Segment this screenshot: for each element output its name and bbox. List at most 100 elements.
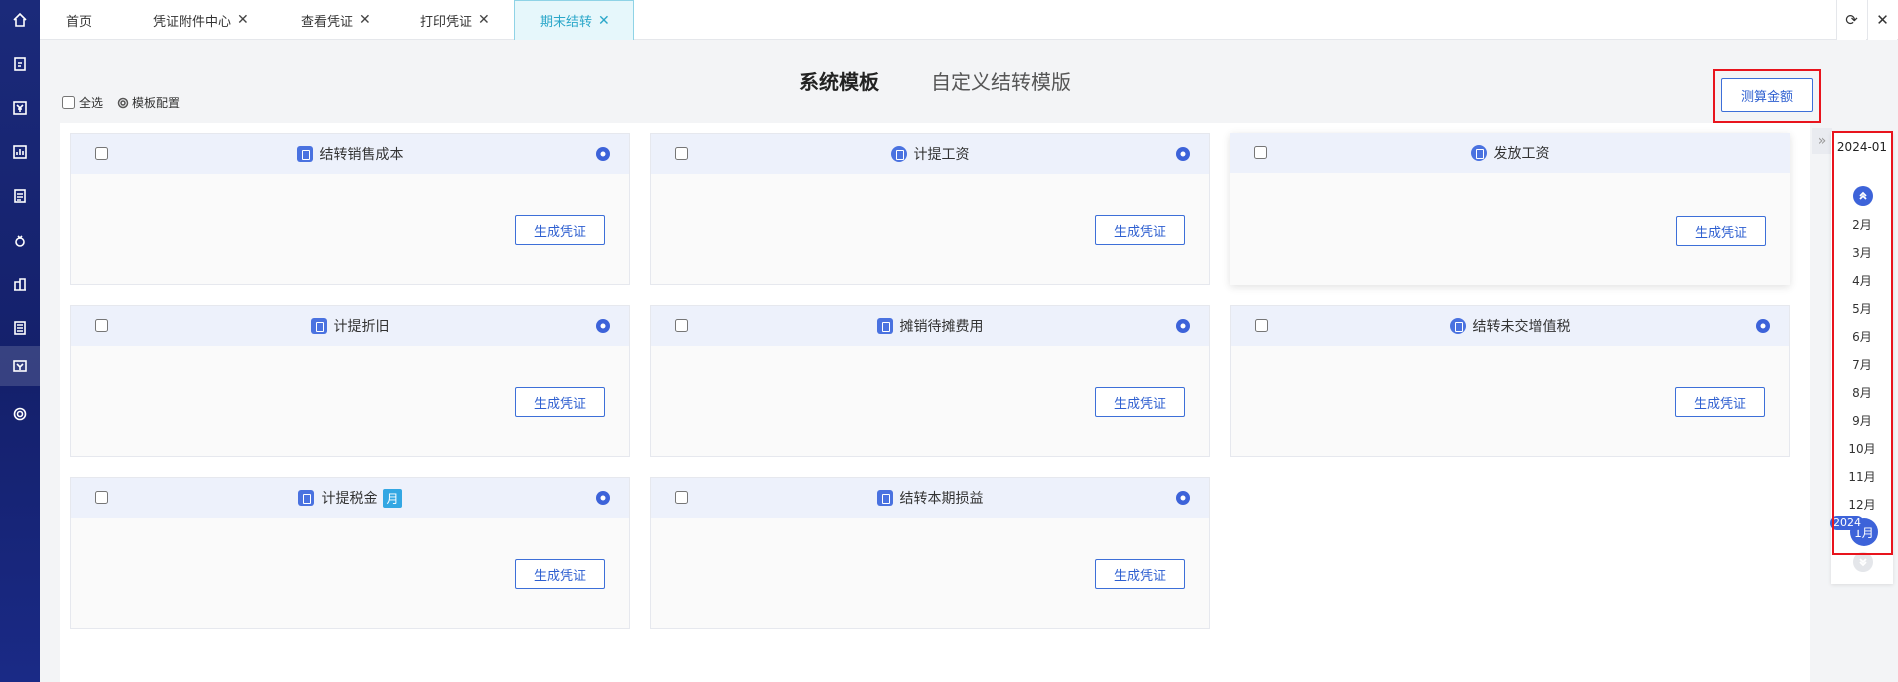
card-checkbox[interactable] <box>95 319 108 332</box>
nav-invoices[interactable] <box>0 308 40 348</box>
nav-home[interactable] <box>0 0 40 40</box>
template-card: 计提税金 月 生成凭证 <box>70 477 630 629</box>
close-icon[interactable]: ✕ <box>237 12 249 28</box>
close-page-button[interactable]: ✕ <box>1867 0 1897 40</box>
card-header: 结转未交增值税 <box>1231 306 1789 346</box>
select-all-checkbox[interactable] <box>62 96 75 109</box>
card-checkbox[interactable] <box>1255 319 1268 332</box>
card-header: 计提工资 <box>651 134 1209 174</box>
card-checkbox[interactable] <box>675 319 688 332</box>
card-header: 结转本期损益 <box>651 478 1209 518</box>
generate-voucher-button[interactable]: 生成凭证 <box>1675 387 1765 417</box>
tab-period-end-close[interactable]: 期末结转 ✕ <box>514 0 634 40</box>
card-header: 计提折旧 <box>71 306 629 346</box>
tab-view-voucher[interactable]: 查看凭证 ✕ <box>301 0 371 40</box>
tab-label: 凭证附件中心 <box>153 14 232 30</box>
refresh-icon: ⟳ <box>1845 11 1858 29</box>
close-icon: ✕ <box>1876 11 1889 29</box>
ledger-icon <box>14 189 26 203</box>
card-checkbox[interactable] <box>675 491 688 504</box>
card-checkbox[interactable] <box>95 147 108 160</box>
tab-print-voucher[interactable]: 打印凭证 ✕ <box>420 0 490 40</box>
generate-voucher-button[interactable]: 生成凭证 <box>1676 216 1766 246</box>
generate-voucher-button[interactable]: 生成凭证 <box>515 215 605 245</box>
template-config-link[interactable]: 模板配置 <box>117 94 180 111</box>
select-all-label: 全选 <box>79 96 104 110</box>
card-checkbox[interactable] <box>95 491 108 504</box>
card-title: 计提工资 <box>890 144 970 164</box>
template-card: 计提工资 生成凭证 <box>650 133 1210 285</box>
tab-voucher-attachments[interactable]: 凭证附件中心 ✕ <box>153 0 249 40</box>
nav-finance[interactable] <box>0 88 40 128</box>
card-title: 结转销售成本 <box>296 144 404 164</box>
tax-doc-icon <box>298 490 315 506</box>
card-title: 计提税金 月 <box>298 488 402 508</box>
money-bag-icon <box>890 146 907 162</box>
gear-icon[interactable] <box>595 146 611 162</box>
tab-label: 查看凭证 <box>301 14 354 30</box>
generate-voucher-button[interactable]: 生成凭证 <box>1095 215 1185 245</box>
refresh-button[interactable]: ⟳ <box>1836 0 1866 40</box>
generate-voucher-button[interactable]: 生成凭证 <box>1095 559 1185 589</box>
gear-icon <box>117 97 129 108</box>
close-icon[interactable]: ✕ <box>598 13 610 29</box>
close-icon[interactable]: ✕ <box>478 12 490 28</box>
chart-building-icon <box>14 278 26 291</box>
card-checkbox[interactable] <box>675 147 688 160</box>
nav-settings[interactable] <box>0 394 40 434</box>
collapse-period-button[interactable]: » <box>1812 128 1832 154</box>
money-bag-icon <box>15 235 25 247</box>
gear-icon[interactable] <box>595 490 611 506</box>
card-title-text: 计提税金 <box>321 491 378 507</box>
tab-home[interactable]: 首页 <box>66 0 92 40</box>
nav-period-end[interactable] <box>0 346 40 386</box>
template-panel: 结转销售成本 生成凭证 计提工资 生成凭证 发放工资 生成凭证 计提折旧 生成凭… <box>60 123 1810 682</box>
template-card: 计提折旧 生成凭证 <box>70 305 630 457</box>
generate-voucher-button[interactable]: 生成凭证 <box>515 559 605 589</box>
nav-reports[interactable] <box>0 132 40 172</box>
card-title-text: 摊销待摊费用 <box>899 319 984 335</box>
card-title-text: 计提工资 <box>913 147 970 163</box>
generate-voucher-button[interactable]: 生成凭证 <box>1095 387 1185 417</box>
tab-label: 打印凭证 <box>420 14 473 30</box>
card-title: 摊销待摊费用 <box>876 316 984 336</box>
card-header: 结转销售成本 <box>71 134 629 174</box>
card-title-text: 发放工资 <box>1493 146 1550 162</box>
tab-system-template[interactable]: 系统模板 <box>799 66 879 95</box>
tab-bar: 首页 凭证附件中心 ✕ 查看凭证 ✕ 打印凭证 ✕ 期末结转 ✕ ⟳ ✕ <box>40 0 1898 40</box>
card-header: 计提税金 月 <box>71 478 629 518</box>
card-title: 发放工资 <box>1470 143 1550 163</box>
trend-chart-icon <box>876 490 893 506</box>
period-highlight-box <box>1832 131 1893 555</box>
gear-icon[interactable] <box>1755 318 1771 334</box>
card-checkbox[interactable] <box>1254 146 1267 159</box>
template-card: 摊销待摊费用 生成凭证 <box>650 305 1210 457</box>
close-icon[interactable]: ✕ <box>359 12 371 28</box>
depreciation-icon <box>310 318 327 334</box>
card-title: 计提折旧 <box>310 316 390 336</box>
main-content: 系统模板 自定义结转模版 全选 模板配置 测算金额 结转销售成本 生成凭证 计提… <box>40 40 1821 682</box>
card-title-text: 结转未交增值税 <box>1472 319 1571 335</box>
template-config-label: 模板配置 <box>132 96 181 110</box>
yen-icon <box>13 101 27 115</box>
calculate-amount-button[interactable]: 测算金额 <box>1721 78 1813 112</box>
card-header: 发放工资 <box>1230 133 1790 173</box>
scroll-down-button[interactable] <box>1853 552 1873 572</box>
card-title-text: 结转销售成本 <box>319 147 404 163</box>
nav-salary[interactable] <box>0 220 40 260</box>
nav-assets[interactable] <box>0 264 40 304</box>
settings-icon <box>13 407 27 421</box>
tab-custom-template[interactable]: 自定义结转模版 <box>931 66 1071 95</box>
template-card: 发放工资 生成凭证 <box>1230 133 1790 285</box>
home-icon <box>13 12 27 27</box>
gear-icon[interactable] <box>1175 490 1191 506</box>
gear-icon[interactable] <box>595 318 611 334</box>
generate-voucher-button[interactable]: 生成凭证 <box>515 387 605 417</box>
gear-icon[interactable] <box>1175 146 1191 162</box>
gear-icon[interactable] <box>1175 318 1191 334</box>
card-title-text: 结转本期损益 <box>899 491 984 507</box>
nav-ledger[interactable] <box>0 176 40 216</box>
card-title: 结转未交增值税 <box>1449 316 1571 336</box>
nav-voucher-entry[interactable] <box>0 44 40 84</box>
house-doc-icon <box>296 146 313 162</box>
